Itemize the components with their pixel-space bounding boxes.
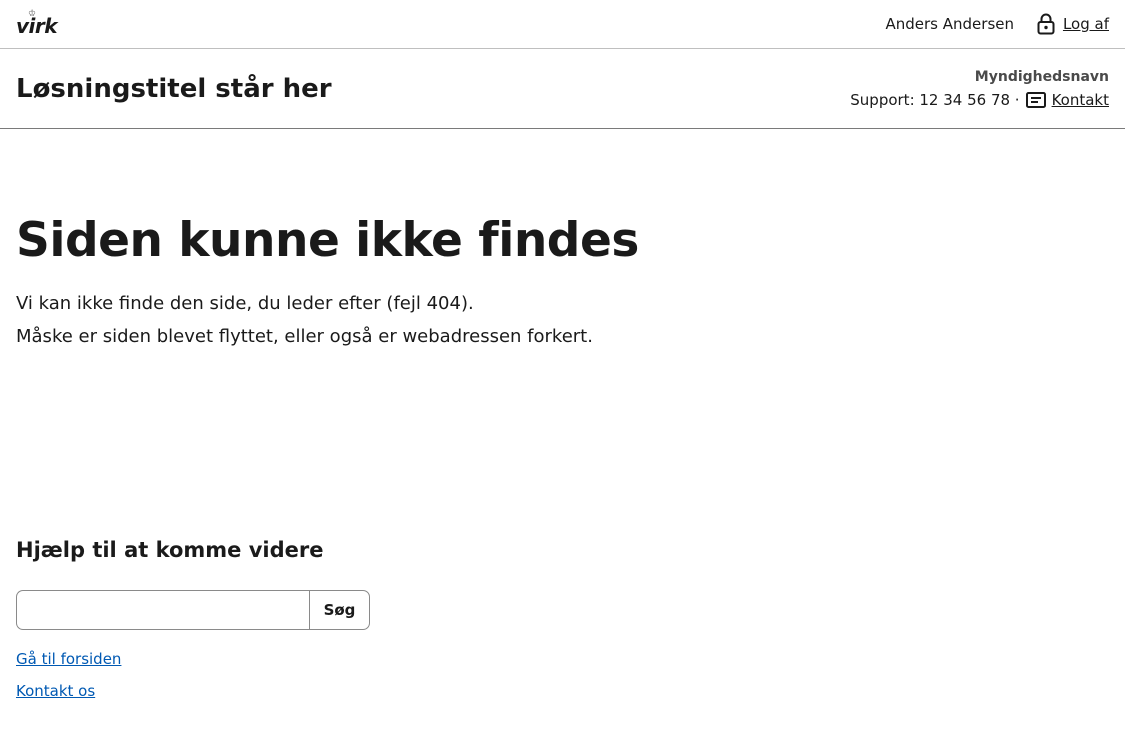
support-line: Support: 12 34 56 78 · Kontakt [850, 91, 1109, 109]
help-heading: Hjælp til at komme videre [16, 538, 324, 562]
user-name: Anders Andersen [885, 15, 1014, 33]
error-hint: Måske er siden blevet flyttet, eller ogs… [16, 326, 593, 347]
search-input[interactable] [16, 590, 309, 630]
logout-link[interactable]: Log af [1037, 13, 1109, 35]
solution-header: Løsningstitel står her Myndighedsnavn Su… [0, 49, 1125, 129]
virk-logo[interactable]: ♔ virk [16, 9, 58, 39]
message-icon [1025, 92, 1046, 108]
solution-title[interactable]: Løsningstitel står her [16, 74, 332, 104]
contact-link[interactable]: Kontakt [1052, 91, 1109, 109]
error-description: Vi kan ikke finde den side, du leder eft… [16, 293, 474, 314]
logout-label: Log af [1062, 15, 1109, 33]
top-bar: ♔ virk Anders Andersen Log af [0, 0, 1125, 49]
authority-name: Myndighedsnavn [974, 69, 1109, 85]
search-button[interactable]: Søg [309, 590, 370, 630]
lock-icon [1037, 13, 1055, 35]
search-form: Søg [16, 590, 370, 630]
frontpage-link[interactable]: Gå til forsiden [16, 650, 121, 668]
logo-text: virk [16, 14, 58, 38]
support-phone: Support: 12 34 56 78 · [850, 91, 1020, 109]
contact-us-link[interactable]: Kontakt os [16, 682, 95, 700]
page-title: Siden kunne ikke findes [16, 213, 639, 268]
